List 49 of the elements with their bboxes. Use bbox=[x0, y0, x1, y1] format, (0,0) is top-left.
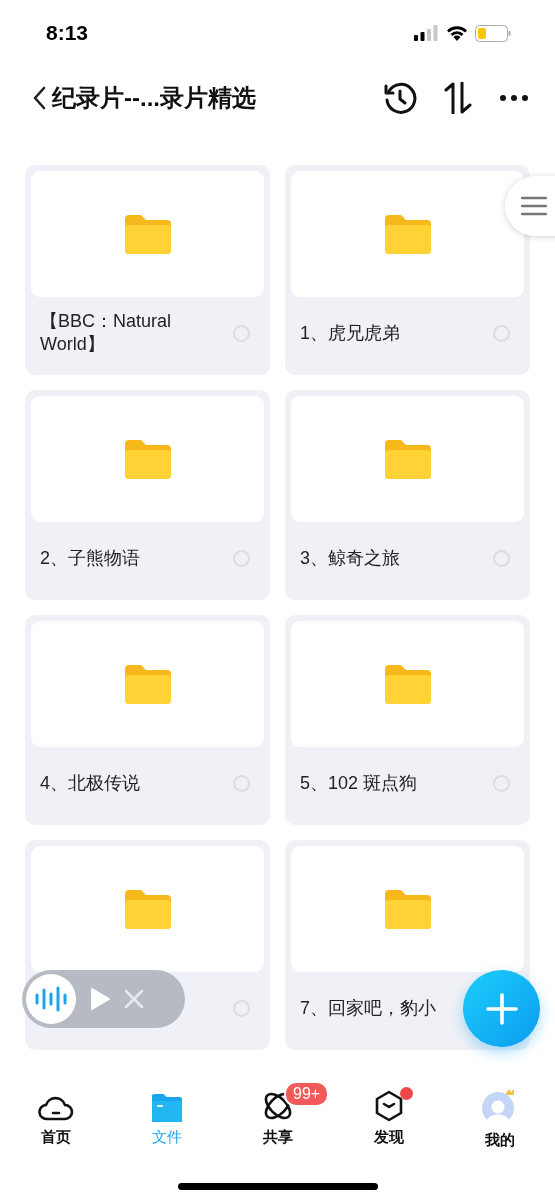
history-icon bbox=[383, 81, 417, 115]
play-button[interactable] bbox=[90, 987, 110, 1011]
folder-card[interactable]: 【BBC：Natural World】 bbox=[25, 165, 270, 375]
folder-card[interactable]: 5、102 斑点狗 bbox=[285, 615, 530, 825]
folder-icon bbox=[384, 664, 431, 704]
folder-icon bbox=[384, 439, 431, 479]
folder-name: 7、回家吧，豹小 bbox=[300, 996, 436, 1020]
more-button[interactable] bbox=[499, 94, 529, 102]
sound-wave-icon bbox=[35, 986, 67, 1012]
battery-icon bbox=[475, 24, 511, 42]
folder-card[interactable]: 4、北极传说 bbox=[25, 615, 270, 825]
history-button[interactable] bbox=[383, 81, 417, 115]
sort-icon bbox=[443, 82, 473, 114]
folder-name: 1、虎兄虎弟 bbox=[300, 321, 400, 345]
audio-wave-button[interactable] bbox=[26, 974, 76, 1024]
folder-card[interactable]: 2、子熊物语 bbox=[25, 390, 270, 600]
tab-item[interactable]: 首页 bbox=[0, 1085, 111, 1151]
folder-icon bbox=[151, 1094, 182, 1122]
folder-card[interactable]: 3、鲸奇之旅 bbox=[285, 390, 530, 600]
folder-card[interactable]: 7、回家吧，豹小 bbox=[285, 840, 530, 1050]
folder-icon bbox=[384, 214, 431, 254]
folder-name: 3、鲸奇之旅 bbox=[300, 546, 400, 570]
plus-icon bbox=[485, 992, 518, 1025]
folder-name: 4、北极传说 bbox=[40, 771, 140, 795]
close-icon bbox=[124, 989, 144, 1009]
folder-name: 5、102 斑点狗 bbox=[300, 771, 418, 795]
folder-name: 【BBC：Natural World】 bbox=[40, 310, 173, 356]
folder-icon bbox=[124, 214, 171, 254]
status-time: 8:13 bbox=[46, 21, 89, 45]
more-icon bbox=[499, 94, 529, 102]
folder-icon bbox=[124, 664, 171, 704]
signal-icon bbox=[414, 25, 439, 41]
folder-title: 纪录片--...录片精选 bbox=[52, 83, 256, 113]
play-icon bbox=[90, 987, 110, 1011]
tab-item[interactable]: 发现 bbox=[333, 1085, 444, 1151]
count-badge: 99+ bbox=[284, 1081, 330, 1107]
menu-icon bbox=[521, 196, 547, 216]
wifi-icon bbox=[446, 25, 468, 41]
folder-icon bbox=[384, 889, 431, 929]
hexagon-clock-icon bbox=[373, 1090, 404, 1122]
back-button[interactable] bbox=[32, 86, 46, 110]
close-button[interactable] bbox=[124, 989, 144, 1009]
folder-icon bbox=[124, 439, 171, 479]
folder-icon bbox=[124, 889, 171, 929]
back-icon bbox=[32, 86, 46, 110]
folder-name: 2、子熊物语 bbox=[40, 546, 140, 570]
tab-item[interactable]: 我的 bbox=[444, 1085, 555, 1151]
folder-card[interactable]: 1、虎兄虎弟 bbox=[285, 165, 530, 375]
sort-button[interactable] bbox=[443, 82, 473, 114]
